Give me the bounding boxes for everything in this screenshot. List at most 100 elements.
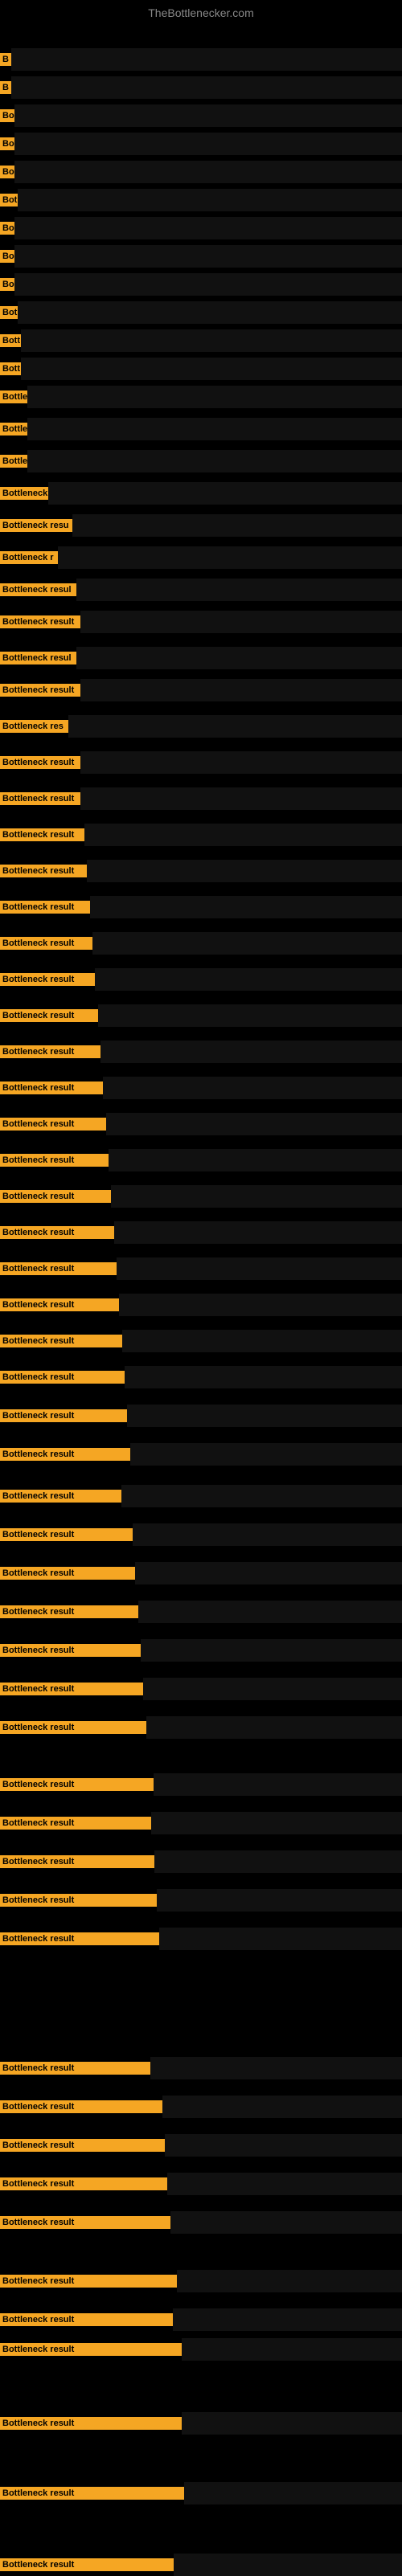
list-item[interactable]: Bo <box>0 273 402 296</box>
list-item[interactable]: Bot <box>0 189 402 211</box>
list-item[interactable]: Bottleneck result <box>0 1221 402 1244</box>
list-item[interactable]: Bottleneck result <box>0 1185 402 1208</box>
list-item[interactable]: Bottleneck result <box>0 896 402 918</box>
list-item[interactable]: Bottleneck result <box>0 2270 402 2292</box>
list-item[interactable]: Bottleneck result <box>0 2211 402 2234</box>
list-item[interactable]: Bo <box>0 133 402 155</box>
list-item[interactable]: Bottleneck resu <box>0 514 402 537</box>
list-item[interactable]: Bottleneck result <box>0 1639 402 1662</box>
list-item[interactable]: Bottleneck result <box>0 1889 402 1912</box>
list-item[interactable]: Bottleneck result <box>0 1523 402 1546</box>
item-bar <box>27 418 402 440</box>
item-label: Bottleneck result <box>0 1118 106 1131</box>
list-item[interactable]: Bottleneck result <box>0 1149 402 1171</box>
item-label: Bottleneck result <box>0 937 92 950</box>
list-item[interactable]: Bottle <box>0 418 402 440</box>
item-label: Bottleneck result <box>0 973 95 986</box>
list-item[interactable]: Bottleneck result <box>0 1004 402 1027</box>
item-bar <box>14 104 402 127</box>
list-item[interactable]: Bottleneck result <box>0 1562 402 1584</box>
list-item[interactable]: Bottleneck result <box>0 1716 402 1739</box>
list-item[interactable]: Bottleneck result <box>0 2308 402 2331</box>
item-bar <box>80 679 402 701</box>
list-item[interactable]: Bottleneck result <box>0 1257 402 1280</box>
item-bar <box>143 1678 402 1700</box>
item-label: Bottleneck result <box>0 1371 125 1384</box>
list-item[interactable]: Bo <box>0 245 402 268</box>
item-label: Bottleneck result <box>0 1082 103 1094</box>
list-item[interactable]: Bottleneck result <box>0 1077 402 1099</box>
list-item[interactable]: Bottleneck result <box>0 679 402 701</box>
item-bar <box>72 514 402 537</box>
list-item[interactable]: Bottleneck result <box>0 2057 402 2079</box>
item-label: Bottleneck resul <box>0 652 76 664</box>
list-item[interactable]: Bottleneck result <box>0 1041 402 1063</box>
list-item[interactable]: Bottleneck result <box>0 787 402 810</box>
list-item[interactable]: Bottleneck result <box>0 1443 402 1466</box>
item-bar <box>151 1812 402 1834</box>
item-bar <box>106 1113 402 1135</box>
list-item[interactable]: Bottleneck result <box>0 860 402 882</box>
list-item[interactable]: B <box>0 76 402 99</box>
list-item[interactable]: Bottleneck result <box>0 1485 402 1507</box>
list-item[interactable]: Bottleneck result <box>0 1773 402 1796</box>
list-item[interactable]: Bottleneck result <box>0 751 402 774</box>
list-item[interactable]: Bottleneck result <box>0 1405 402 1427</box>
list-item[interactable]: Bottleneck result <box>0 1113 402 1135</box>
list-item[interactable]: Bo <box>0 161 402 183</box>
item-bar <box>133 1523 402 1546</box>
item-bar <box>90 896 402 918</box>
item-label: Bot <box>0 306 18 319</box>
list-item[interactable]: Bottle <box>0 386 402 408</box>
list-item[interactable]: Bottleneck result <box>0 2482 402 2504</box>
item-bar <box>21 358 402 380</box>
list-item[interactable]: Bot <box>0 301 402 324</box>
list-item[interactable]: Bottleneck result <box>0 2134 402 2157</box>
list-item[interactable]: Bottleneck result <box>0 2173 402 2195</box>
list-item[interactable]: Bottleneck result <box>0 1850 402 1873</box>
list-item[interactable]: Bottleneck resul <box>0 647 402 669</box>
list-item[interactable]: Bottleneck result <box>0 1812 402 1834</box>
list-item[interactable]: Bott <box>0 358 402 380</box>
list-item[interactable]: Bo <box>0 217 402 239</box>
item-label: Bo <box>0 250 14 263</box>
list-item[interactable]: Bottleneck result <box>0 2338 402 2361</box>
item-bar <box>27 386 402 408</box>
list-item[interactable]: Bottleneck result <box>0 932 402 955</box>
list-item[interactable]: Bottleneck result <box>0 1678 402 1700</box>
list-item[interactable]: Bottleneck r <box>0 546 402 569</box>
item-label: Bottleneck result <box>0 1605 138 1618</box>
list-item[interactable]: Bottleneck result <box>0 2412 402 2435</box>
item-label: Bottleneck resu <box>0 519 72 532</box>
item-bar <box>173 2308 402 2331</box>
list-item[interactable]: Bottleneck result <box>0 2096 402 2118</box>
item-label: Bottleneck result <box>0 2216 170 2229</box>
item-label: Bottleneck result <box>0 2343 182 2356</box>
list-item[interactable]: Bottleneck resul <box>0 579 402 601</box>
item-bar <box>27 450 402 472</box>
list-item[interactable]: Bo <box>0 104 402 127</box>
list-item[interactable]: Bottleneck result <box>0 1330 402 1352</box>
item-bar <box>130 1443 402 1466</box>
list-item[interactable]: Bott <box>0 329 402 352</box>
item-bar <box>21 329 402 352</box>
list-item[interactable]: B <box>0 48 402 71</box>
item-bar <box>68 715 402 738</box>
item-bar <box>111 1185 402 1208</box>
list-item[interactable]: Bottleneck result <box>0 824 402 846</box>
list-item[interactable]: Bottleneck <box>0 482 402 505</box>
list-item[interactable]: Bottleneck result <box>0 2554 402 2576</box>
item-label: Bo <box>0 166 14 178</box>
item-bar <box>103 1077 402 1099</box>
list-item[interactable]: Bottleneck result <box>0 1294 402 1316</box>
list-item[interactable]: Bottleneck result <box>0 968 402 991</box>
list-item[interactable]: Bottleneck result <box>0 1366 402 1388</box>
item-bar <box>167 2173 402 2195</box>
list-item[interactable]: Bottleneck res <box>0 715 402 738</box>
list-item[interactable]: Bottleneck result <box>0 1928 402 1950</box>
list-item[interactable]: Bottle <box>0 450 402 472</box>
item-bar <box>114 1221 402 1244</box>
list-item[interactable]: Bottleneck result <box>0 611 402 633</box>
item-label: Bottleneck result <box>0 1009 98 1022</box>
list-item[interactable]: Bottleneck result <box>0 1601 402 1623</box>
